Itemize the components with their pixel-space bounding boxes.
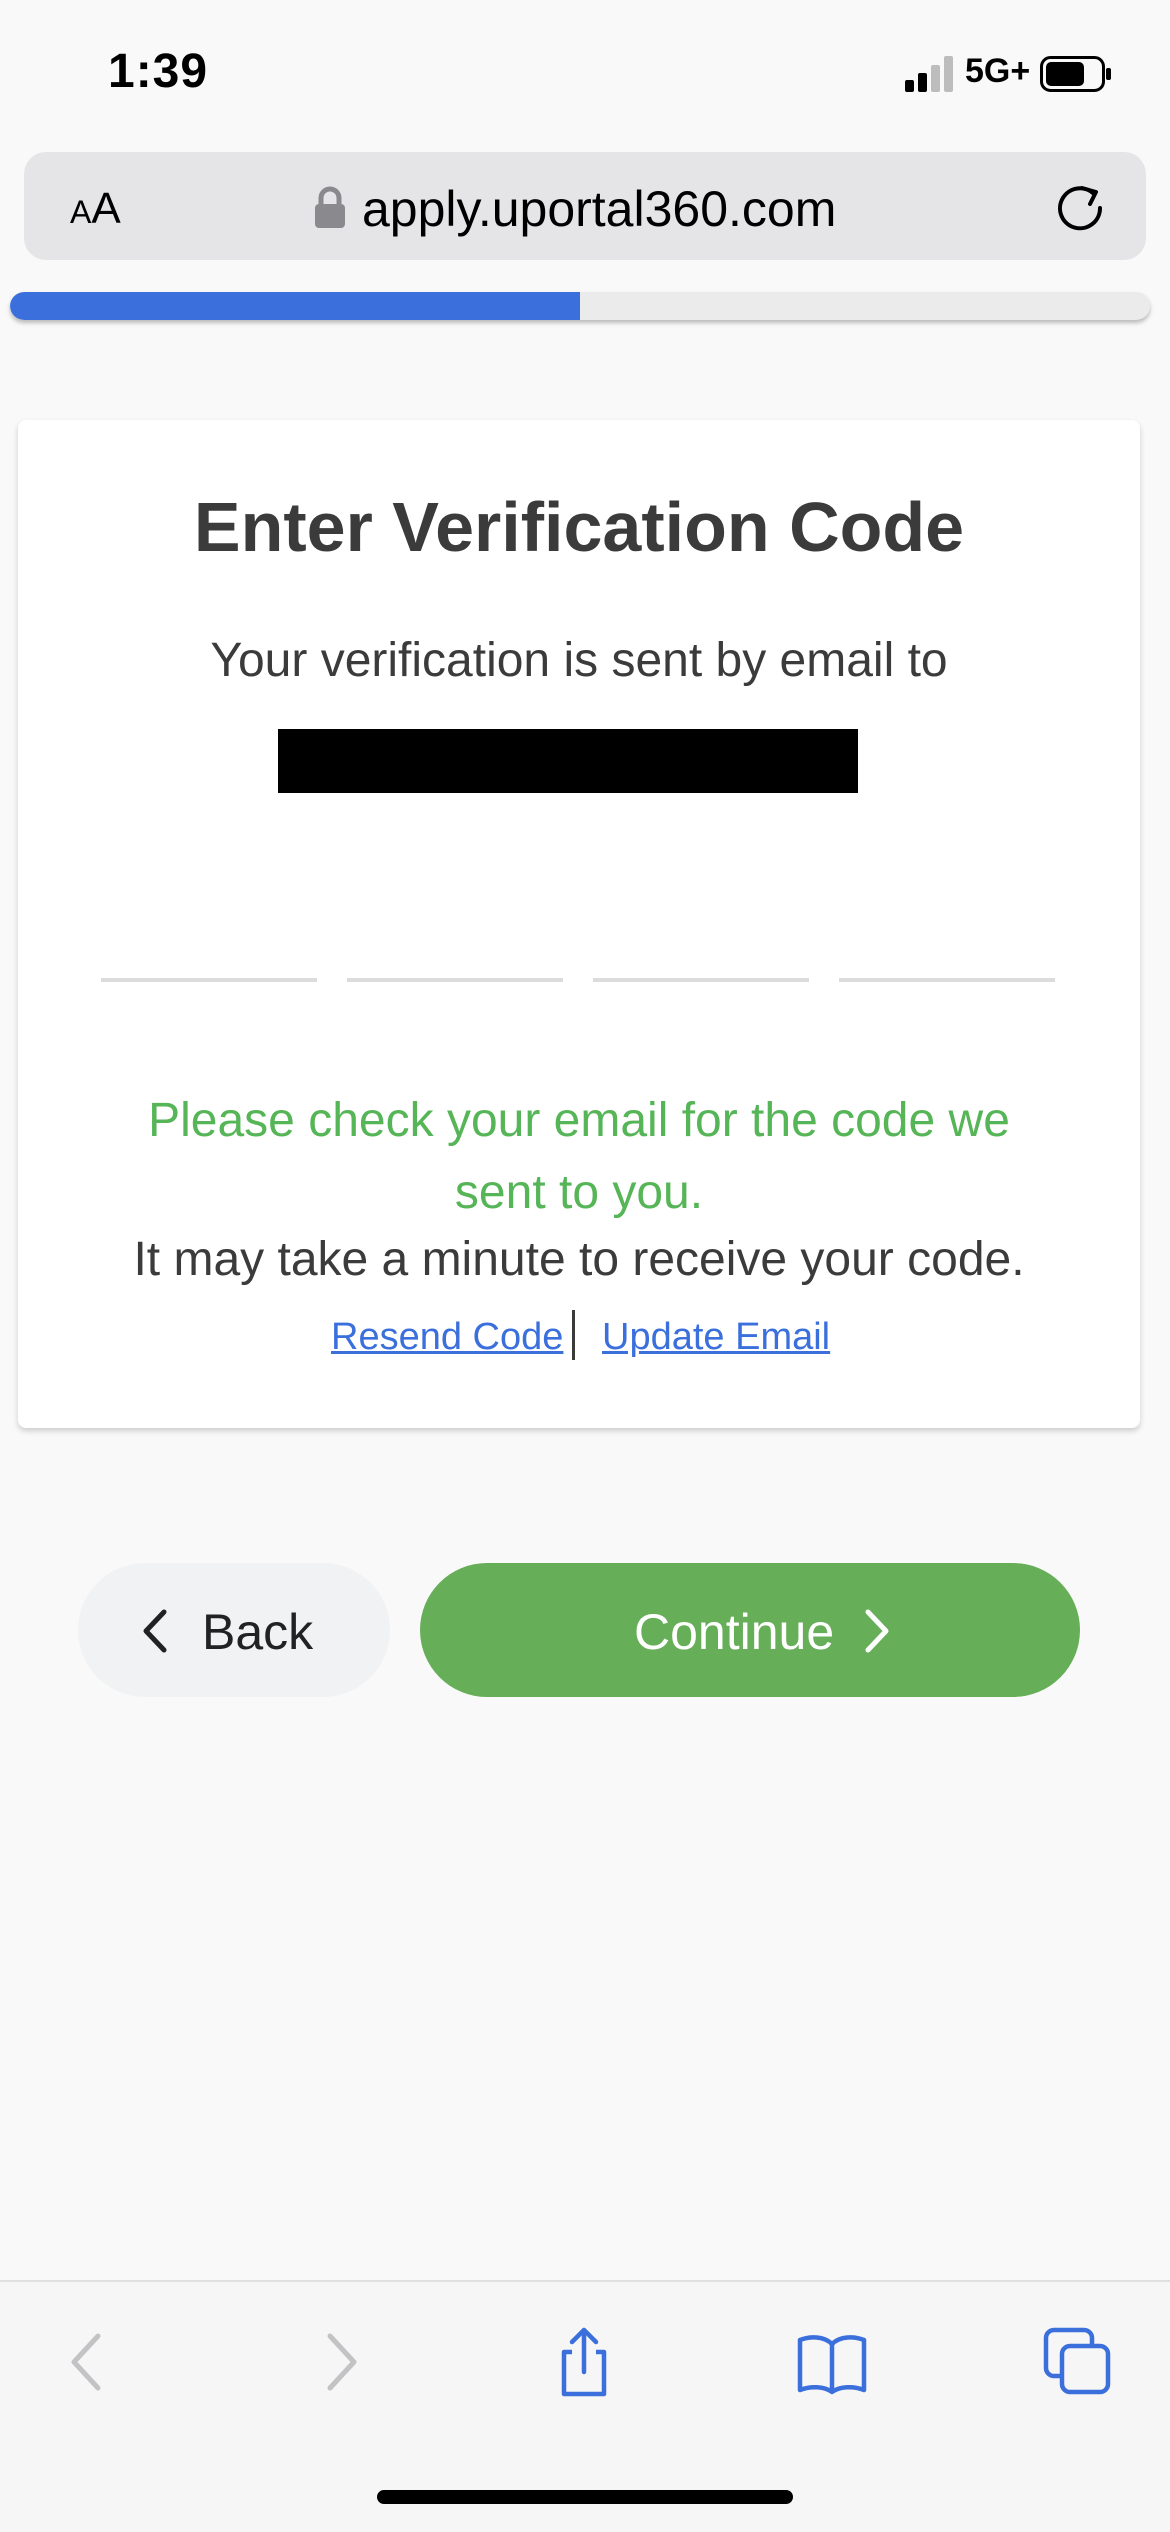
back-button-label: Back [202,1604,314,1660]
reader-options-button[interactable]: AA [70,184,121,234]
wait-message: It may take a minute to receive your cod… [133,1233,1025,1286]
code-digit-4[interactable] [839,978,1055,982]
share-icon[interactable] [548,2326,620,2398]
redacted-email [278,729,858,793]
signal-icon [905,56,953,92]
battery-icon [1040,56,1111,92]
chevron-right-icon [865,1609,889,1653]
code-digit-2[interactable] [347,978,563,982]
url-text[interactable]: apply.uportal360.com [362,180,836,238]
page-title: Enter Verification Code [193,488,965,566]
aa-large: A [91,184,121,233]
network-type: 5G+ [965,52,1031,90]
aa-small: A [70,194,92,230]
code-digit-1[interactable] [101,978,317,982]
reload-icon[interactable] [1052,180,1108,236]
lock-icon [315,186,345,228]
continue-button-label: Continue [634,1604,835,1660]
check-email-message: Please check your email for the code we … [148,1094,1010,1219]
forward-arrow-icon[interactable] [304,2326,376,2398]
progress-bar [10,292,1150,320]
home-indicator [377,2490,793,2504]
back-arrow-icon[interactable] [52,2326,124,2398]
code-digit-3[interactable] [593,978,809,982]
subtitle: Your verification is sent by email to [210,634,948,687]
tabs-icon[interactable] [1042,2326,1114,2398]
update-email-link[interactable]: Update Email [602,1316,830,1359]
progress-fill [10,292,580,320]
status-time: 1:39 [108,45,209,98]
bookmarks-icon[interactable] [796,2326,868,2398]
resend-code-link[interactable]: Resend Code [331,1316,563,1359]
chevron-left-icon [143,1609,167,1653]
link-divider [572,1310,575,1360]
